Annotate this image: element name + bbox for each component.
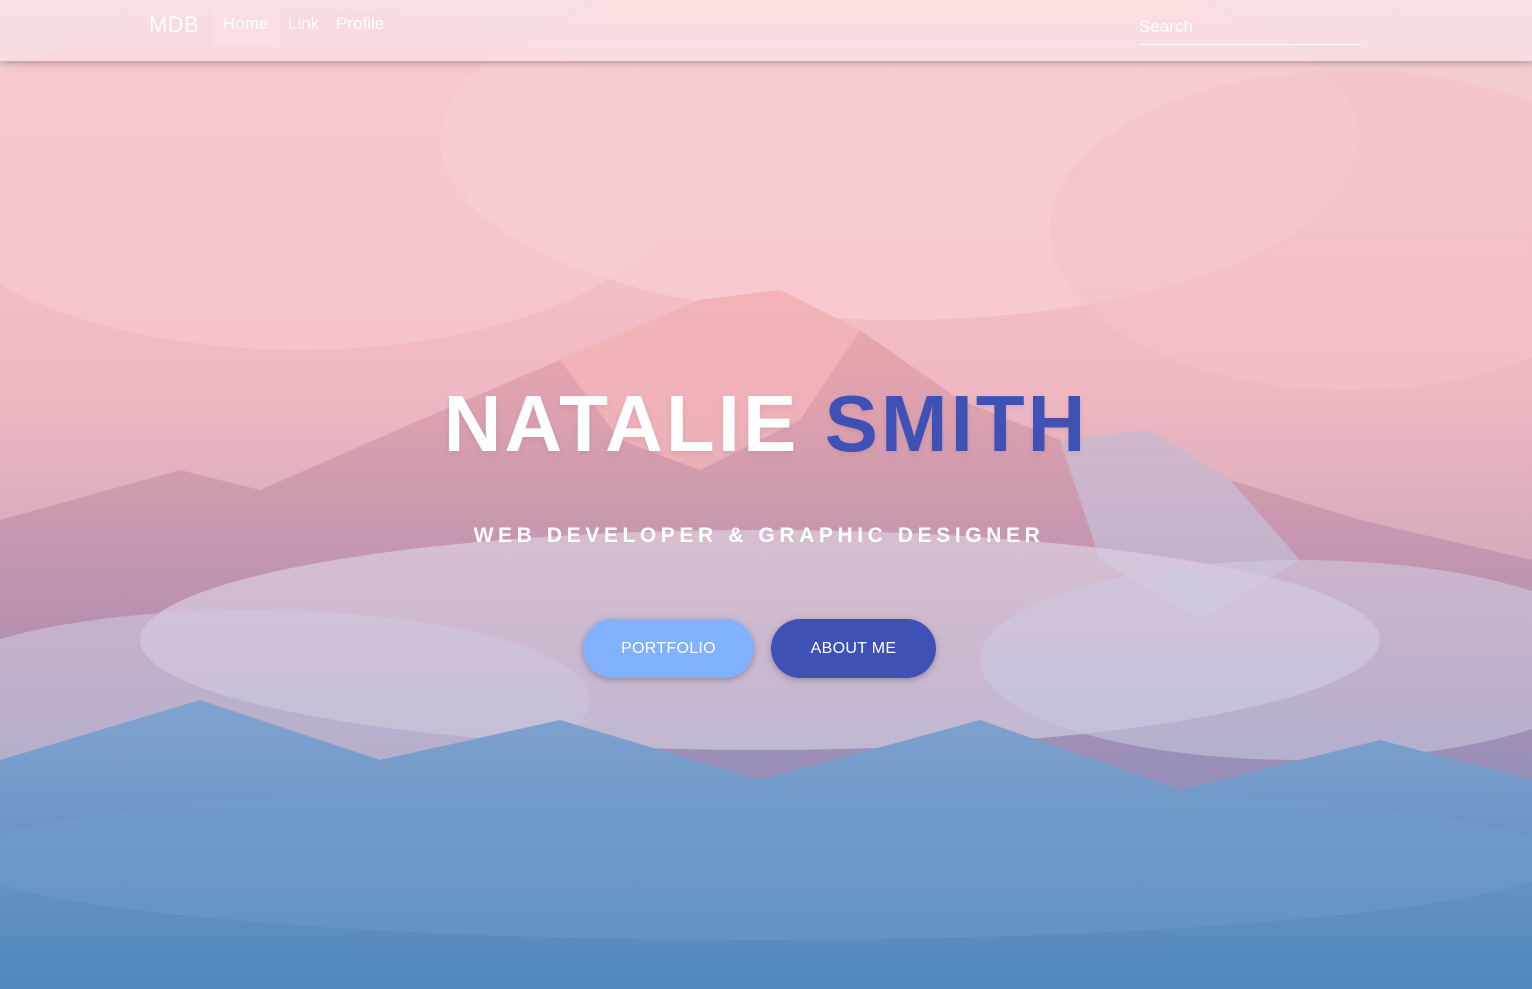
about-me-button[interactable]: ABOUT ME xyxy=(771,619,936,678)
nav-link-profile[interactable]: Profile xyxy=(336,14,384,34)
navbar: MDB Home Link Profile xyxy=(0,0,1532,61)
nav-link-link[interactable]: Link xyxy=(288,14,319,34)
hero-last-name: SMITH xyxy=(824,379,1089,468)
navbar-brand[interactable]: MDB xyxy=(149,12,199,38)
portfolio-button[interactable]: PORTFOLIO xyxy=(583,619,754,678)
nav-link-home[interactable]: Home xyxy=(223,14,268,34)
hero-subtitle: WEB DEVELOPER & GRAPHIC DESIGNER xyxy=(473,524,1045,547)
hero-first-name: NATALIE xyxy=(443,379,800,468)
hero-title: NATALIE SMITH xyxy=(0,378,1532,470)
search-input[interactable] xyxy=(1139,10,1361,45)
hero-background-image xyxy=(0,0,1532,989)
